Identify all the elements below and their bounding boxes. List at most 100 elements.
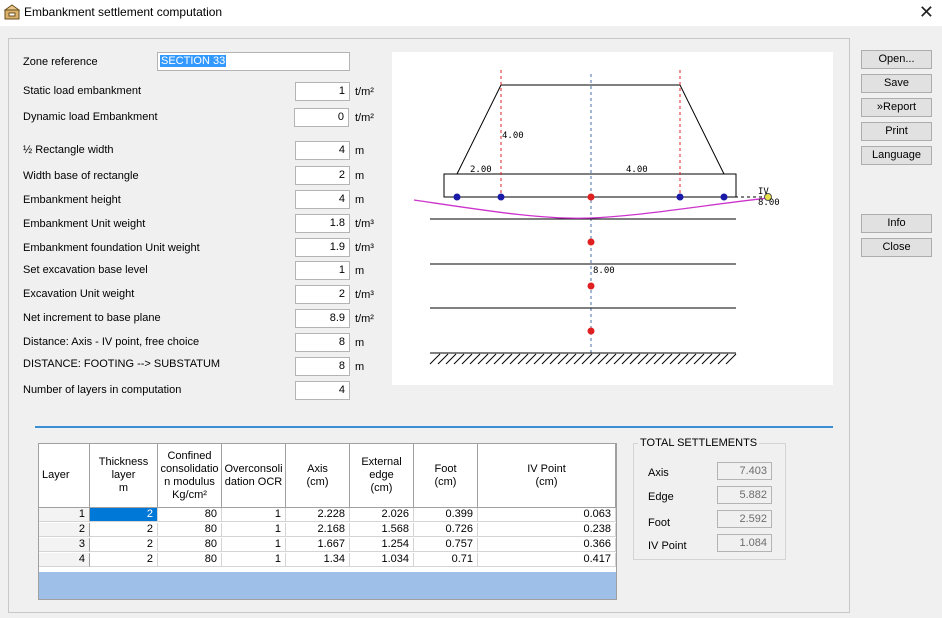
table-cell[interactable]: 1 — [222, 553, 286, 567]
table-cell[interactable]: 1 — [222, 508, 286, 522]
total-edge-value: 5.882 — [717, 486, 772, 504]
table-cell[interactable]: 80 — [158, 508, 222, 522]
excavation-weight-input[interactable]: 2 — [295, 285, 350, 304]
table-cell[interactable]: 1.034 — [350, 553, 414, 567]
column-header-line: Layer — [42, 469, 70, 481]
table-cell[interactable]: 2.026 — [350, 508, 414, 522]
results-table[interactable]: Layer Thickness layer m Confined consolidatio… — [38, 443, 617, 600]
unit-weight-label: Embankment Unit weight — [23, 218, 146, 230]
point-axis — [587, 193, 595, 201]
total-axis-value: 7.403 — [717, 462, 772, 480]
dim-base-label: 2.00 — [470, 165, 492, 175]
static-load-unit: t/m² — [355, 86, 374, 98]
report-button[interactable]: »Report — [861, 98, 932, 117]
static-load-label: Static load embankment — [23, 85, 142, 97]
net-increment-unit: t/m² — [355, 313, 374, 325]
table-cell[interactable]: 1.254 — [350, 538, 414, 552]
net-increment-label: Net increment to base plane — [23, 312, 161, 324]
total-edge-label: Edge — [648, 491, 674, 503]
open-button[interactable]: Open... — [861, 50, 932, 69]
table-cell[interactable]: 0.063 — [478, 508, 616, 522]
table-cell[interactable]: 0.399 — [414, 508, 478, 522]
table-cell[interactable]: 80 — [158, 538, 222, 552]
static-load-input[interactable]: 1 — [295, 82, 350, 101]
table-cell[interactable]: 0.417 — [478, 553, 616, 567]
net-increment-input[interactable]: 8.9 — [295, 309, 350, 328]
language-button[interactable]: Language — [861, 146, 932, 165]
close-button[interactable]: Close — [861, 238, 932, 257]
footing-distance-input[interactable]: 8 — [295, 357, 350, 376]
unit-weight-input[interactable]: 1.8 — [295, 214, 350, 233]
width-base-input[interactable]: 2 — [295, 166, 350, 185]
table-cell[interactable]: 1.568 — [350, 523, 414, 537]
table-cell[interactable]: 2.228 — [286, 508, 350, 522]
excavation-weight-unit: t/m³ — [355, 289, 374, 301]
width-base-unit: m — [355, 170, 365, 182]
info-button[interactable]: Info — [861, 214, 932, 233]
table-cell[interactable]: 1 — [222, 523, 286, 537]
total-axis-label: Axis — [648, 467, 669, 479]
distance-iv-input[interactable]: 8 — [295, 333, 350, 352]
column-header: Thickness layer m — [90, 444, 158, 508]
table-cell[interactable]: 2 — [90, 553, 158, 567]
width-base-label: Width base of rectangle — [23, 170, 139, 182]
dim-iv-label: 8.00 — [758, 198, 780, 208]
zone-input[interactable]: SECTION 33 — [157, 52, 350, 71]
table-cell[interactable]: 80 — [158, 523, 222, 537]
table-cell[interactable]: 0.238 — [478, 523, 616, 537]
column-header: Layer — [39, 444, 90, 508]
close-icon[interactable]: ✕ — [919, 1, 934, 23]
table-cell[interactable]: 0.757 — [414, 538, 478, 552]
table-cell[interactable]: 2 — [90, 508, 158, 522]
column-header-line: (cm) — [370, 482, 393, 494]
column-header: External edge (cm) — [350, 444, 414, 508]
dynamic-load-unit: t/m² — [355, 112, 374, 124]
table-cell[interactable]: 0.726 — [414, 523, 478, 537]
dynamic-load-label: Dynamic load Embankment — [23, 111, 158, 123]
distance-iv-unit: m — [355, 337, 365, 349]
table-cell[interactable]: 2 — [90, 523, 158, 537]
column-header: Axis (cm) — [286, 444, 350, 508]
table-cell[interactable]: 2.168 — [286, 523, 350, 537]
half-rect-label: ½ Rectangle width — [23, 144, 114, 156]
foundation-weight-input[interactable]: 1.9 — [295, 238, 350, 257]
layers-input[interactable]: 4 — [295, 381, 350, 400]
window-title: Embankment settlement computation — [24, 5, 223, 19]
separator-line — [35, 426, 833, 428]
embankment-diagram: 4.00 2.00 4.00 IV 8.00 8.00 — [392, 52, 833, 385]
point-left-edge — [453, 193, 461, 201]
zone-label: Zone reference — [23, 56, 98, 68]
column-header-line: (cm) — [434, 475, 457, 488]
table-cell[interactable]: 1 — [222, 538, 286, 552]
column-header-line: Foot — [434, 462, 457, 475]
report-label: Report — [883, 101, 917, 113]
total-foot-label: Foot — [648, 517, 671, 529]
excavation-level-label: Set excavation base level — [23, 264, 148, 276]
save-button[interactable]: Save — [861, 74, 932, 93]
table-cell[interactable]: 1.667 — [286, 538, 350, 552]
zone-value: SECTION 33 — [160, 55, 227, 67]
print-button[interactable]: Print — [861, 122, 932, 141]
footing-distance-label: DISTANCE: FOOTING --> SUBSTATUM — [23, 358, 221, 370]
foundation-weight-label: Embankment foundation Unit weight — [23, 242, 200, 254]
table-cell[interactable]: 0.366 — [478, 538, 616, 552]
column-header-line: IV Point — [527, 462, 566, 475]
half-rect-input[interactable]: 4 — [295, 141, 350, 160]
table-cell[interactable]: 80 — [158, 553, 222, 567]
column-header-line: (cm) — [535, 475, 558, 488]
dynamic-load-input[interactable]: 0 — [294, 108, 349, 127]
substratum-hatch — [429, 353, 737, 365]
layer-point-2 — [587, 282, 595, 290]
height-label: Embankment height — [23, 194, 121, 206]
footing-distance-unit: m — [355, 361, 365, 373]
total-iv-value: 1.084 — [717, 534, 772, 552]
table-cell[interactable]: 0.71 — [414, 553, 478, 567]
column-header-line: m — [118, 482, 129, 494]
excavation-level-input[interactable]: 1 — [295, 261, 350, 280]
height-input[interactable]: 4 — [295, 190, 350, 209]
table-cell[interactable]: 1.34 — [286, 553, 350, 567]
row-number: 3 — [39, 538, 90, 552]
column-header-line: n modulus — [164, 475, 215, 488]
layer-point-3 — [587, 327, 595, 335]
table-cell[interactable]: 2 — [90, 538, 158, 552]
